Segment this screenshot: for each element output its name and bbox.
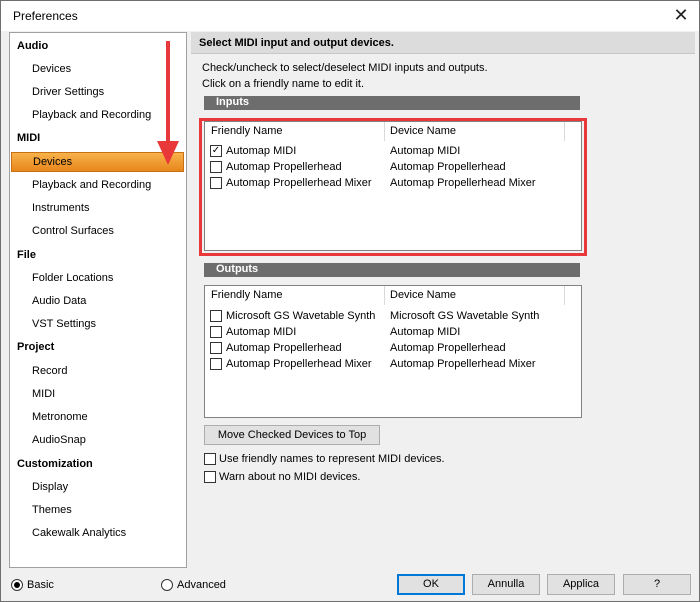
column-header-friendly-name[interactable]: Friendly Name [211, 125, 283, 137]
list-header: Friendly Name Device Name [205, 122, 581, 141]
sidebar-item-project-midi[interactable]: MIDI [32, 388, 55, 400]
sidebar-item-instruments[interactable]: Instruments [32, 202, 89, 214]
radio-basic-label[interactable]: Basic [27, 579, 54, 591]
instruction-text: Check/uncheck to select/deselect MIDI in… [202, 62, 488, 74]
section-label: Inputs [216, 96, 249, 108]
friendly-name[interactable]: Microsoft GS Wavetable Synth [226, 310, 375, 322]
checkbox[interactable] [210, 358, 222, 370]
radio-advanced[interactable] [161, 579, 173, 591]
column-divider[interactable] [564, 122, 565, 141]
outputs-list[interactable]: Friendly Name Device Name Microsoft GS W… [204, 285, 582, 418]
inputs-section-header: Inputs [204, 96, 580, 110]
sidebar-category-audio[interactable]: Audio [17, 40, 48, 52]
column-header-device-name[interactable]: Device Name [390, 289, 456, 301]
checkbox[interactable] [210, 326, 222, 338]
title-bar: Preferences ✕ [1, 1, 699, 31]
sidebar-item-cakewalk-analytics[interactable]: Cakewalk Analytics [32, 527, 126, 539]
column-header-device-name[interactable]: Device Name [390, 125, 456, 137]
checkbox-checked[interactable]: ✓ [210, 145, 222, 157]
annotation-arrow-icon [157, 41, 179, 165]
device-name: Automap Propellerhead Mixer [390, 177, 536, 189]
radio-basic[interactable] [11, 579, 23, 591]
checkbox[interactable] [210, 177, 222, 189]
sidebar-category-file[interactable]: File [17, 249, 36, 261]
preferences-window: Preferences ✕ Devices Audio Devices Driv… [0, 0, 700, 602]
checkbox[interactable] [210, 310, 222, 322]
friendly-name[interactable]: Automap MIDI [226, 326, 296, 338]
option-label[interactable]: Use friendly names to represent MIDI dev… [219, 453, 445, 465]
friendly-name[interactable]: Automap Propellerhead [226, 161, 342, 173]
column-divider[interactable] [384, 122, 385, 141]
checkbox[interactable] [204, 471, 216, 483]
checkbox[interactable] [210, 342, 222, 354]
sidebar-item-themes[interactable]: Themes [32, 504, 72, 516]
window-title: Preferences [13, 9, 78, 23]
column-header-friendly-name[interactable]: Friendly Name [211, 289, 283, 301]
sidebar-item-record[interactable]: Record [32, 365, 67, 377]
page-header: Select MIDI input and output devices. [191, 32, 695, 54]
sidebar-item-vst-settings[interactable]: VST Settings [32, 318, 96, 330]
sidebar-item-midi-playback-recording[interactable]: Playback and Recording [32, 179, 151, 191]
list-item[interactable]: Automap Propellerhead Mixer Automap Prop… [205, 176, 581, 192]
column-divider[interactable] [564, 286, 565, 305]
help-button[interactable]: ? [623, 574, 691, 595]
friendly-name[interactable]: Automap MIDI [226, 145, 296, 157]
option-label[interactable]: Warn about no MIDI devices. [219, 471, 360, 483]
section-label: Outputs [216, 263, 259, 275]
sidebar-item-audio-data[interactable]: Audio Data [32, 295, 86, 307]
sidebar-item-label: Devices [33, 156, 73, 168]
radio-dot [14, 582, 20, 588]
column-divider[interactable] [384, 286, 385, 305]
device-name: Automap MIDI [390, 326, 461, 338]
list-item[interactable]: Microsoft GS Wavetable Synth Microsoft G… [205, 309, 581, 325]
device-name: Microsoft GS Wavetable Synth [390, 310, 540, 322]
device-name: Automap Propellerhead Mixer [390, 358, 536, 370]
sidebar-category-customization[interactable]: Customization [17, 458, 93, 470]
friendly-name[interactable]: Automap Propellerhead Mixer [226, 177, 372, 189]
sidebar-item-control-surfaces[interactable]: Control Surfaces [32, 225, 114, 237]
sidebar-item-folder-locations[interactable]: Folder Locations [32, 272, 113, 284]
sidebar-item-audio-playback-recording[interactable]: Playback and Recording [32, 109, 151, 121]
sidebar-item-audio-devices[interactable]: Devices [32, 63, 71, 75]
sidebar-category-midi[interactable]: MIDI [17, 132, 40, 144]
cancel-button[interactable]: Annulla [472, 574, 540, 595]
sidebar-item-audiosnap[interactable]: AudioSnap [32, 434, 86, 446]
apply-button[interactable]: Applica [547, 574, 615, 595]
radio-advanced-label[interactable]: Advanced [177, 579, 226, 591]
sidebar-category-project[interactable]: Project [17, 341, 54, 353]
device-name: Automap Propellerhead [390, 161, 506, 173]
outputs-section-header: Outputs [204, 263, 580, 277]
sidebar-item-driver-settings[interactable]: Driver Settings [32, 86, 104, 98]
list-item[interactable]: ✓ Automap MIDI Automap MIDI [205, 144, 581, 160]
checkbox[interactable] [204, 453, 216, 465]
instruction-text: Click on a friendly name to edit it. [202, 78, 365, 90]
inputs-list[interactable]: Friendly Name Device Name ✓ Automap MIDI… [204, 121, 582, 251]
device-name: Automap Propellerhead [390, 342, 506, 354]
list-item[interactable]: Automap Propellerhead Automap Propellerh… [205, 160, 581, 176]
move-checked-devices-button[interactable]: Move Checked Devices to Top [204, 425, 380, 445]
ok-button[interactable]: OK [397, 574, 465, 595]
list-header: Friendly Name Device Name [205, 286, 581, 305]
close-icon[interactable]: ✕ [669, 4, 693, 28]
friendly-name[interactable]: Automap Propellerhead Mixer [226, 358, 372, 370]
list-item[interactable]: Automap Propellerhead Mixer Automap Prop… [205, 357, 581, 373]
friendly-name[interactable]: Automap Propellerhead [226, 342, 342, 354]
sidebar-item-display[interactable]: Display [32, 481, 68, 493]
page-title: Select MIDI input and output devices. [199, 37, 394, 49]
list-item[interactable]: Automap MIDI Automap MIDI [205, 325, 581, 341]
sidebar-item-metronome[interactable]: Metronome [32, 411, 88, 423]
list-item[interactable]: Automap Propellerhead Automap Propellerh… [205, 341, 581, 357]
device-name: Automap MIDI [390, 145, 461, 157]
checkbox[interactable] [210, 161, 222, 173]
